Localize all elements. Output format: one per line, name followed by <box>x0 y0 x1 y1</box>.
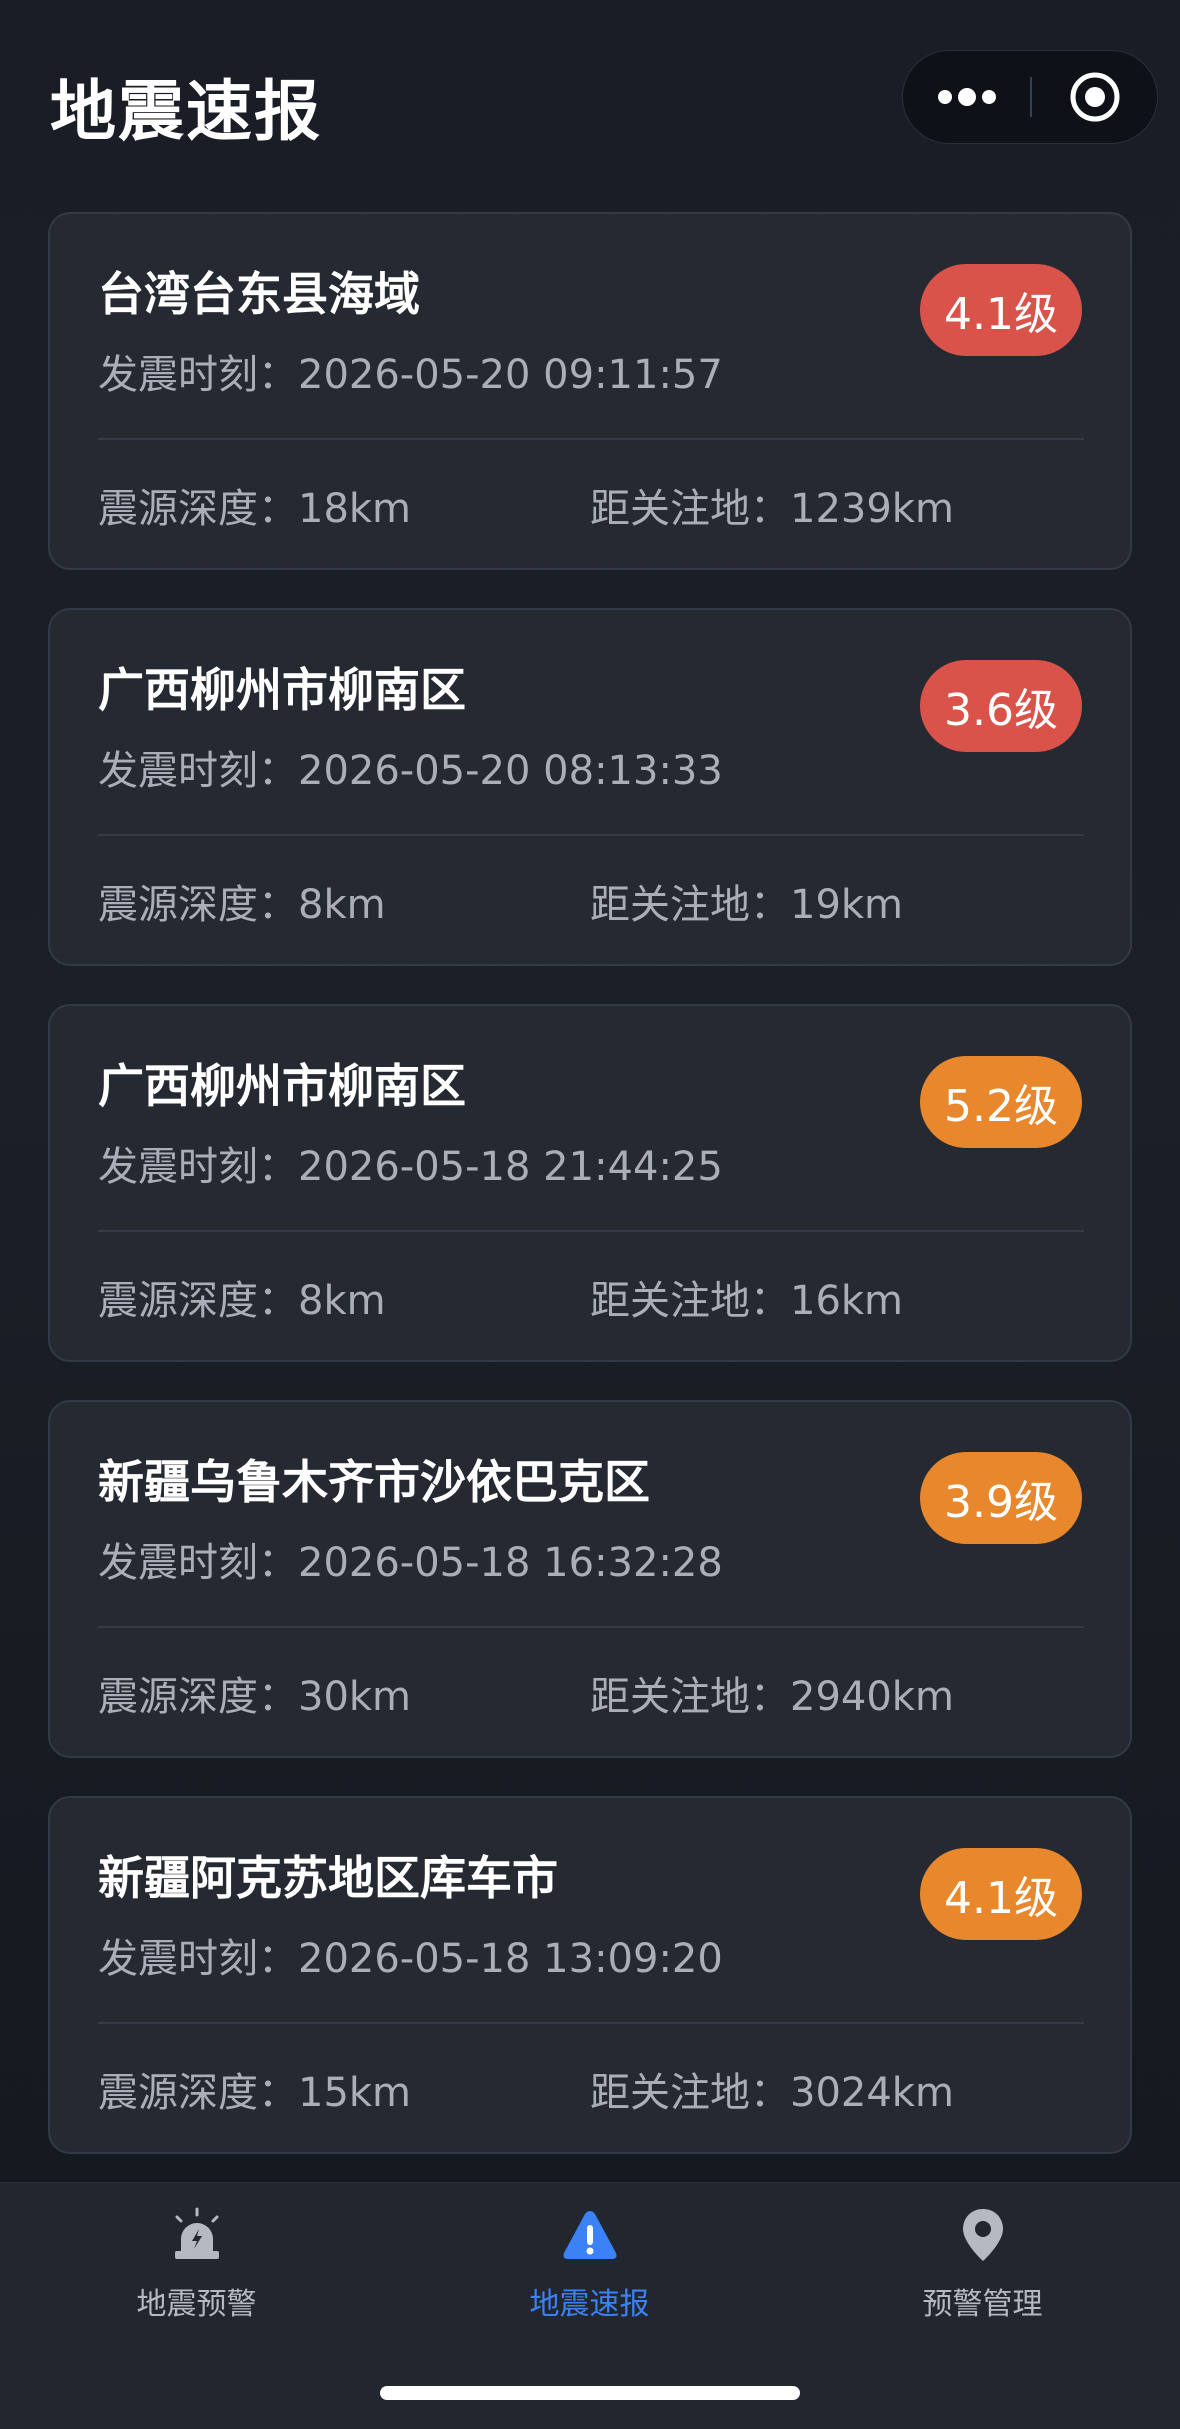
quake-distance: 距关注地：1239km <box>590 486 954 532</box>
tab-earthquake-warning[interactable]: 地震预警 <box>0 2205 393 2335</box>
quake-depth: 震源深度：18km <box>98 486 412 532</box>
quake-time: 发震时刻：2026-05-20 09:11:57 <box>98 352 723 398</box>
quake-card[interactable]: 台湾台东县海域 发震时刻：2026-05-20 09:11:57 4.1级 震源… <box>48 212 1132 570</box>
alarm-siren-icon <box>174 2207 219 2259</box>
home-indicator <box>380 2386 800 2400</box>
magnitude-badge: 4.1级 <box>920 1848 1082 1940</box>
close-button[interactable] <box>1032 51 1157 143</box>
quake-depth: 震源深度：15km <box>98 2070 412 2116</box>
more-button[interactable] <box>903 51 1030 143</box>
target-circle-icon <box>1070 72 1119 122</box>
quake-distance: 距关注地：3024km <box>590 2070 954 2116</box>
quake-card[interactable]: 广西柳州市柳南区 发震时刻：2026-05-20 08:13:33 3.6级 震… <box>48 608 1132 966</box>
magnitude-badge: 5.2级 <box>920 1056 1082 1148</box>
tab-earthquake-report[interactable]: 地震速报 <box>393 2205 786 2335</box>
quake-location: 广西柳州市柳南区 <box>98 1059 466 1113</box>
magnitude-badge: 3.6级 <box>920 660 1082 752</box>
mini-program-capsule <box>902 50 1158 144</box>
quake-time: 发震时刻：2026-05-18 13:09:20 <box>98 1936 723 1982</box>
quake-location: 新疆乌鲁木齐市沙依巴克区 <box>98 1455 650 1509</box>
quake-card[interactable]: 新疆阿克苏地区库车市 发震时刻：2026-05-18 13:09:20 4.1级… <box>48 1796 1132 2154</box>
card-divider <box>98 2022 1084 2024</box>
quake-location: 广西柳州市柳南区 <box>98 663 466 717</box>
tab-warning-management[interactable]: 预警管理 <box>786 2205 1179 2335</box>
card-divider <box>98 1230 1084 1232</box>
card-divider <box>98 1626 1084 1628</box>
tab-label: 预警管理 <box>922 2287 1043 2322</box>
location-pin-icon <box>962 2209 1003 2261</box>
page-title: 地震速报 <box>50 73 322 150</box>
quake-list: 台湾台东县海域 发震时刻：2026-05-20 09:11:57 4.1级 震源… <box>48 212 1132 2192</box>
header: 地震速报 <box>0 0 1180 180</box>
magnitude-badge: 3.9级 <box>920 1452 1082 1544</box>
quake-location: 新疆阿克苏地区库车市 <box>98 1851 558 1905</box>
quake-location: 台湾台东县海域 <box>98 267 420 321</box>
card-divider <box>98 438 1084 440</box>
more-dots-icon <box>937 88 996 106</box>
card-divider <box>98 834 1084 836</box>
quake-time: 发震时刻：2026-05-20 08:13:33 <box>98 748 723 794</box>
tab-label: 地震预警 <box>136 2287 257 2322</box>
quake-depth: 震源深度：30km <box>98 1674 412 1720</box>
quake-time: 发震时刻：2026-05-18 21:44:25 <box>98 1144 723 1190</box>
quake-distance: 距关注地：2940km <box>590 1674 954 1720</box>
quake-card[interactable]: 广西柳州市柳南区 发震时刻：2026-05-18 21:44:25 5.2级 震… <box>48 1004 1132 1362</box>
magnitude-badge: 4.1级 <box>920 264 1082 356</box>
tab-label: 地震速报 <box>529 2287 650 2322</box>
warning-triangle-icon <box>563 2211 616 2259</box>
quake-distance: 距关注地：16km <box>590 1278 904 1324</box>
quake-depth: 震源深度：8km <box>98 882 386 928</box>
quake-time: 发震时刻：2026-05-18 16:32:28 <box>98 1540 723 1586</box>
quake-card[interactable]: 新疆乌鲁木齐市沙依巴克区 发震时刻：2026-05-18 16:32:28 3.… <box>48 1400 1132 1758</box>
quake-distance: 距关注地：19km <box>590 882 904 928</box>
quake-depth: 震源深度：8km <box>98 1278 386 1324</box>
